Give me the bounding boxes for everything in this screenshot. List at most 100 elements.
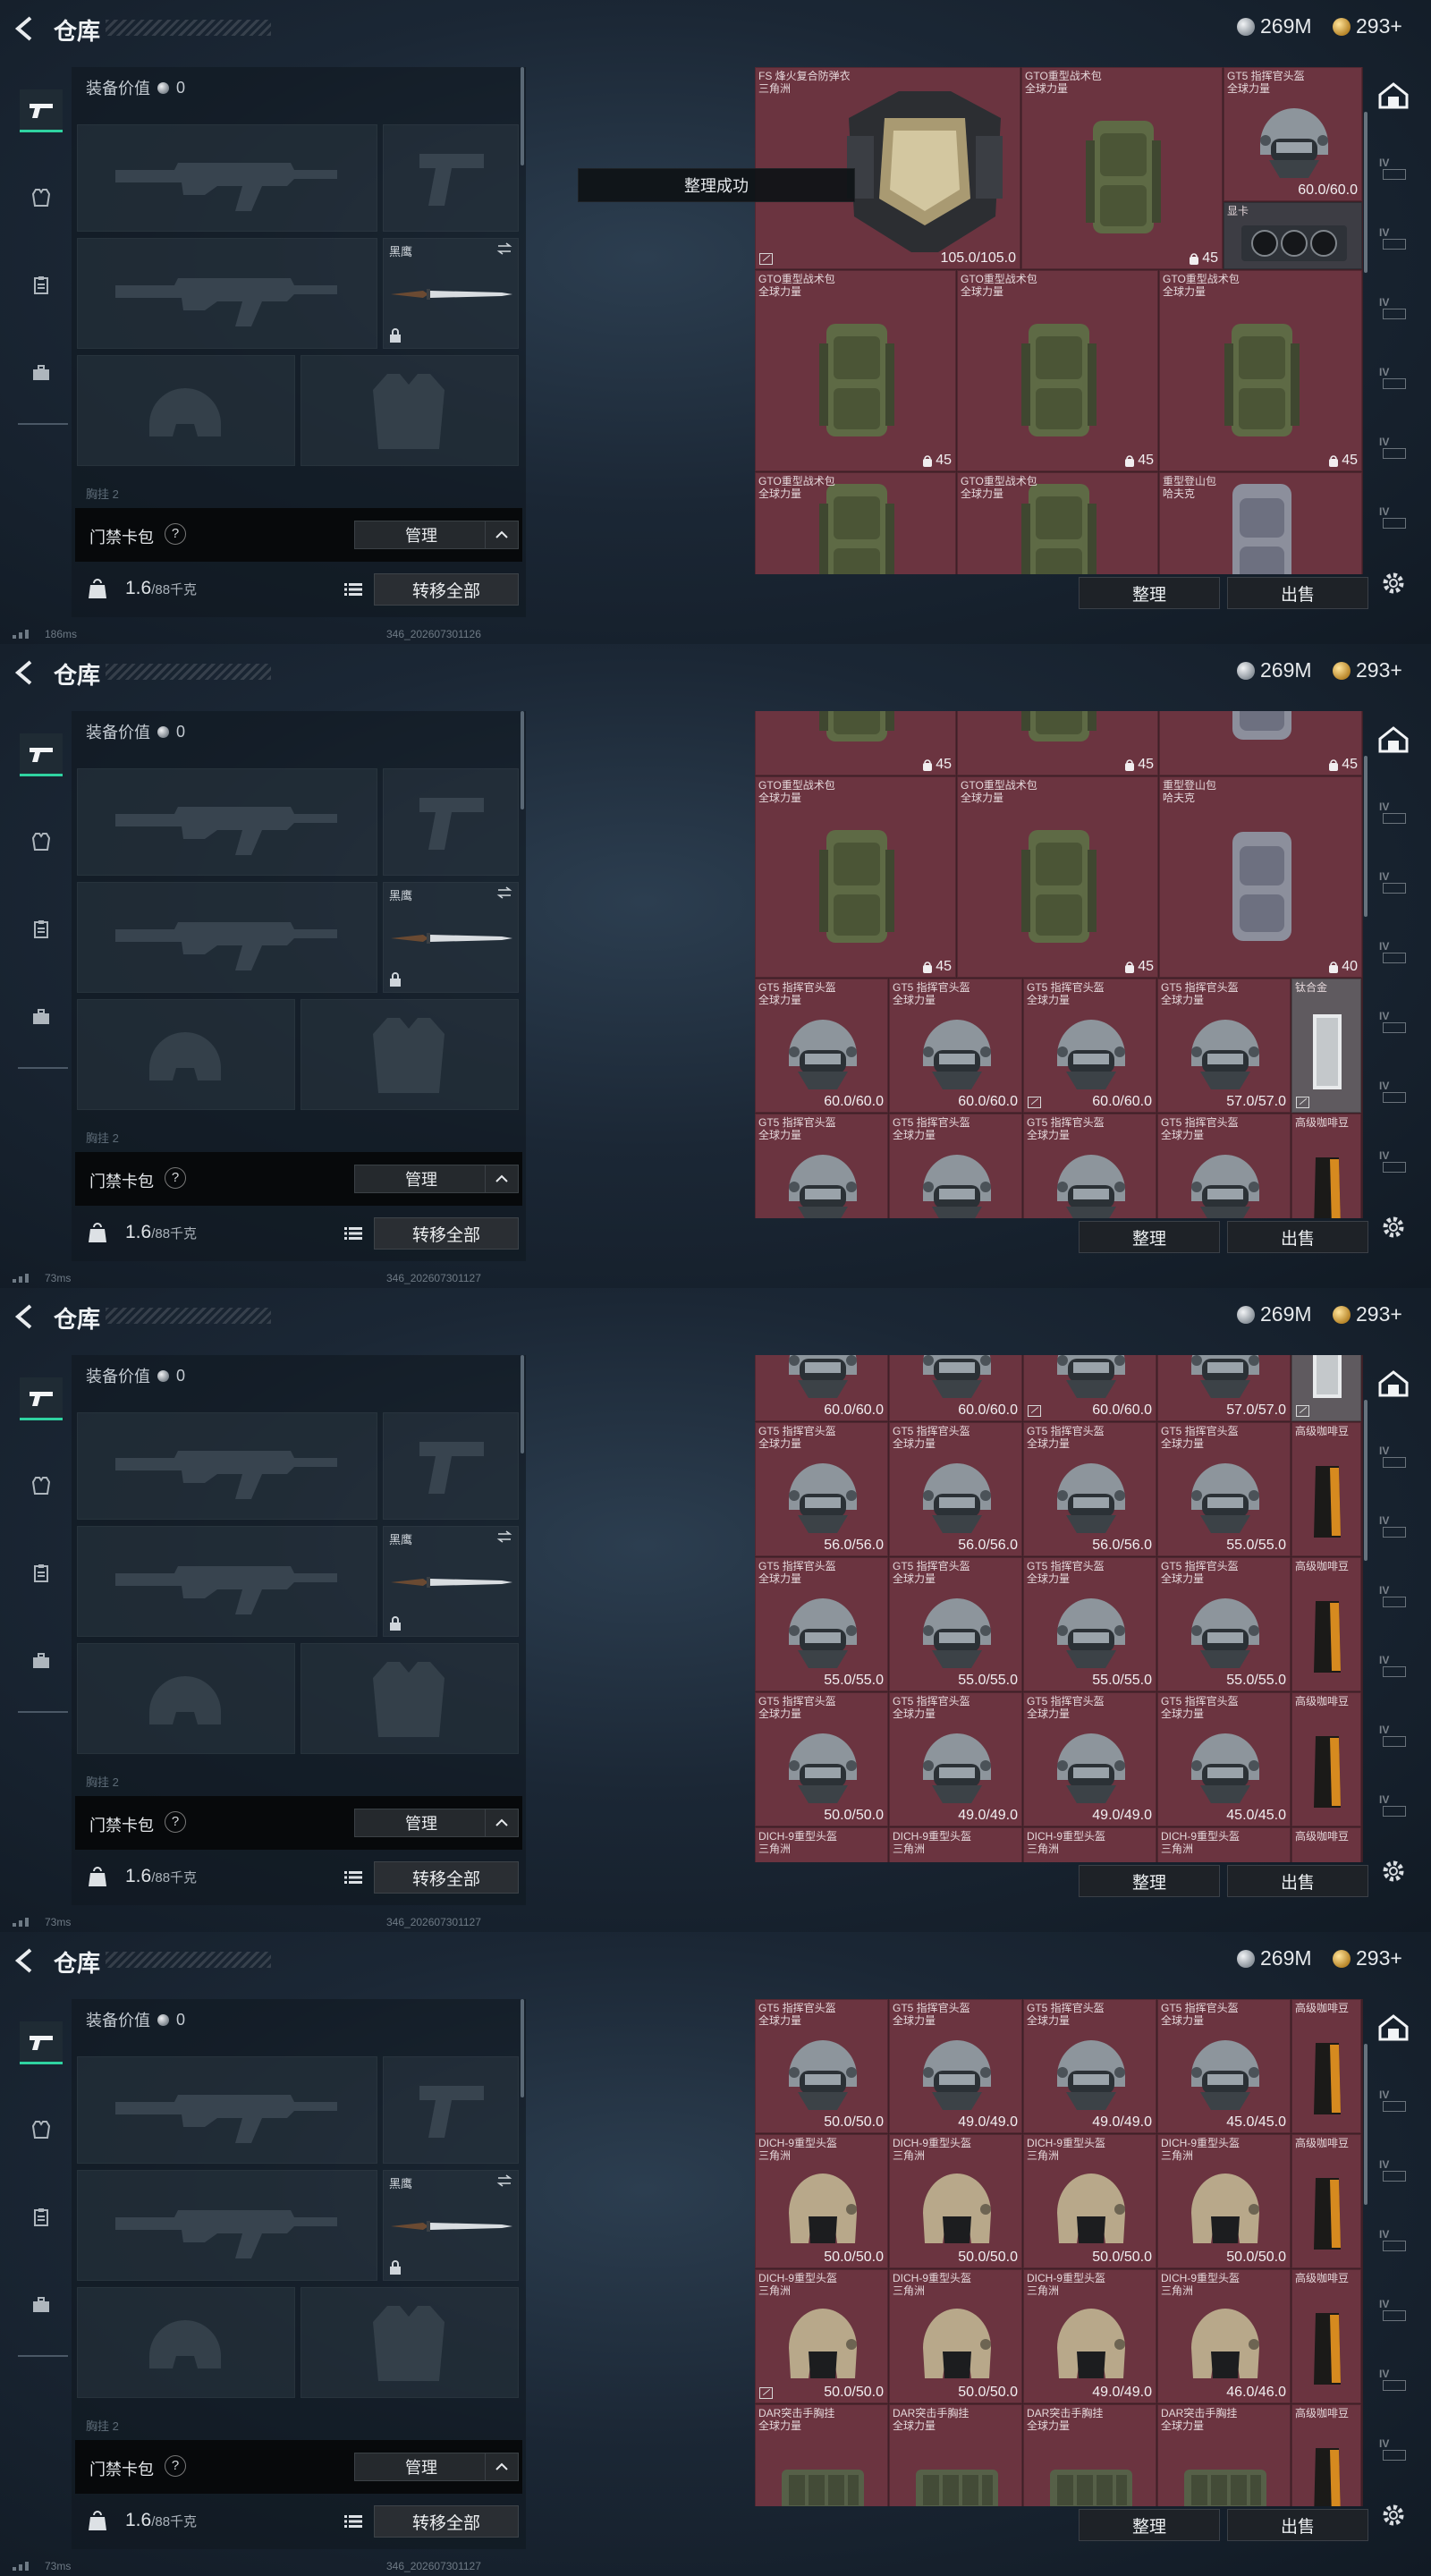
- secondary-weapon-slot[interactable]: [77, 2170, 377, 2281]
- stash-item-backpack[interactable]: GTO重型战术包 全球力量 45: [755, 776, 956, 978]
- stash-scrollbar[interactable]: [1364, 112, 1367, 273]
- swap-icon[interactable]: [496, 886, 512, 899]
- stash-item-helmet[interactable]: GT5 指挥官头盔 全球力量 57.0/57.0: [1157, 979, 1291, 1113]
- sell-button[interactable]: 出售: [1227, 1865, 1368, 1897]
- stash-item-coffee[interactable]: 高级咖啡豆: [1291, 1827, 1361, 1862]
- stash-item-rig[interactable]: DAR突击手胸挂 全球力量: [1157, 2404, 1291, 2506]
- stash-page-tab[interactable]: IV: [1377, 1080, 1411, 1110]
- stash-page-tab[interactable]: IV: [1377, 2298, 1411, 2328]
- stash-item-helmet[interactable]: GT5 指挥官头盔 全球力量: [755, 1114, 888, 1218]
- stash-page-tab[interactable]: IV: [1377, 1584, 1411, 1614]
- stash-item-helmet[interactable]: GT5 指挥官头盔 全球力量 49.0/49.0: [889, 1999, 1022, 2133]
- stash-item-helmet[interactable]: GT5 指挥官头盔 全球力量: [889, 1114, 1022, 1218]
- sort-button[interactable]: 整理: [1079, 577, 1220, 609]
- tab-armor[interactable]: [20, 2108, 63, 2151]
- secondary-weapon-slot[interactable]: [77, 882, 377, 993]
- tab-consumables[interactable]: [20, 908, 63, 951]
- stash-item-rig[interactable]: DAR突击手胸挂 全球力量: [755, 2404, 888, 2506]
- stash-page-tab[interactable]: IV: [1377, 1654, 1411, 1684]
- help-icon[interactable]: ?: [165, 1811, 186, 1833]
- stash-item-dich[interactable]: DICH-9重型头盔 三角洲: [1023, 1827, 1156, 1862]
- stash-item-helmet[interactable]: GT5 指挥官头盔 全球力量: [1023, 1114, 1156, 1218]
- stash-item-dich[interactable]: DICH-9重型头盔 三角洲 50.0/50.0: [889, 2269, 1022, 2403]
- stash-item-backpack[interactable]: GTO重型战术包 全球力量 45: [957, 270, 1158, 471]
- manage-button[interactable]: 管理: [354, 1165, 488, 1193]
- stash-item-dich[interactable]: DICH-9重型头盔 三角洲 50.0/50.0: [889, 2134, 1022, 2268]
- sidearm-slot[interactable]: [383, 2056, 519, 2164]
- stash-item-helmet[interactable]: GT5 指挥官头盔 全球力量 56.0/56.0: [755, 1422, 888, 1556]
- stash-page-tab[interactable]: IV: [1377, 1149, 1411, 1180]
- sidearm-slot[interactable]: [383, 1412, 519, 1520]
- gear-icon[interactable]: [1379, 1213, 1408, 1241]
- stash-item-helmet[interactable]: 60.0/60.0: [889, 1355, 1022, 1421]
- stash-item-coffee[interactable]: 高级咖啡豆: [1291, 1692, 1361, 1826]
- help-icon[interactable]: ?: [165, 1167, 186, 1189]
- sort-button[interactable]: 整理: [1079, 1865, 1220, 1897]
- stash-item-helmet[interactable]: GT5 指挥官头盔 全球力量 49.0/49.0: [889, 1692, 1022, 1826]
- helmet-slot[interactable]: [77, 355, 295, 466]
- tab-consumables[interactable]: [20, 1552, 63, 1595]
- stash-item-backpack[interactable]: GTO重型战术包 全球力量 45: [1021, 67, 1223, 269]
- list-view-button[interactable]: [340, 1865, 367, 1890]
- stash-item-coffee[interactable]: 高级咖啡豆: [1291, 1557, 1361, 1691]
- melee-slot[interactable]: 黑鹰: [383, 1526, 519, 1637]
- stash-item-backpack[interactable]: GTO重型战术包 全球力量: [957, 472, 1158, 574]
- transfer-all-button[interactable]: 转移全部: [374, 2505, 519, 2538]
- stash-item-backpack[interactable]: GTO重型战术包 全球力量 45: [1159, 270, 1362, 471]
- stash-item-dich[interactable]: DICH-9重型头盔 三角洲 50.0/50.0: [755, 2269, 888, 2403]
- stash-page-tab[interactable]: IV: [1377, 2368, 1411, 2398]
- gold-currency[interactable]: 293+: [1333, 1946, 1402, 1970]
- stash-item-backpack[interactable]: 45: [755, 711, 956, 775]
- stash-item-backpack[interactable]: 重型登山包 哈夫克: [1159, 472, 1362, 574]
- helmet-slot[interactable]: [77, 999, 295, 1110]
- stash-item-helmet[interactable]: GT5 指挥官头盔 全球力量 49.0/49.0: [1023, 1692, 1156, 1826]
- tab-cases[interactable]: [20, 2284, 63, 2326]
- stash-item-coffee[interactable]: 高级咖啡豆: [1291, 1999, 1361, 2133]
- stash-item-metal[interactable]: [1291, 1355, 1361, 1421]
- stash-scrollbar[interactable]: [1364, 756, 1367, 917]
- loadout-scrollbar[interactable]: [521, 67, 524, 165]
- stash-item-helmet[interactable]: GT5 指挥官头盔 全球力量 60.0/60.0: [1023, 979, 1156, 1113]
- sell-button[interactable]: 出售: [1227, 1221, 1368, 1253]
- loadout-scrollbar[interactable]: [521, 711, 524, 809]
- stash-item-coffee[interactable]: 高级咖啡豆: [1291, 1114, 1361, 1218]
- tab-all-stash[interactable]: [1376, 2010, 1411, 2046]
- back-arrow-icon[interactable]: [13, 659, 38, 686]
- stash-item-backpack[interactable]: 45: [1159, 711, 1362, 775]
- gear-icon[interactable]: [1379, 569, 1408, 597]
- gold-currency[interactable]: 293+: [1333, 1302, 1402, 1326]
- secondary-weapon-slot[interactable]: [77, 1526, 377, 1637]
- stash-item-dich[interactable]: DICH-9重型头盔 三角洲 50.0/50.0: [1157, 2134, 1291, 2268]
- tab-weapons[interactable]: [20, 89, 63, 132]
- stash-item-coffee[interactable]: 高级咖啡豆: [1291, 2134, 1361, 2268]
- swap-icon[interactable]: [496, 1530, 512, 1543]
- transfer-all-button[interactable]: 转移全部: [374, 573, 519, 606]
- stash-item-helmet[interactable]: GT5 指挥官头盔 全球力量 55.0/55.0: [1023, 1557, 1156, 1691]
- primary-weapon-slot[interactable]: [77, 2056, 377, 2164]
- stash-item-backpack[interactable]: GTO重型战术包 全球力量 45: [957, 776, 1158, 978]
- swap-icon[interactable]: [496, 242, 512, 255]
- stash-item-helmet[interactable]: GT5 指挥官头盔 全球力量 45.0/45.0: [1157, 1999, 1291, 2133]
- stash-item-helmet[interactable]: GT5 指挥官头盔 全球力量 55.0/55.0: [889, 1557, 1022, 1691]
- body-armor-slot[interactable]: [301, 999, 519, 1110]
- list-view-button[interactable]: [340, 577, 367, 602]
- stash-item-helmet[interactable]: 60.0/60.0: [755, 1355, 888, 1421]
- back-arrow-icon[interactable]: [13, 1947, 38, 1974]
- melee-slot[interactable]: 黑鹰: [383, 238, 519, 349]
- sidearm-slot[interactable]: [383, 768, 519, 876]
- manage-button[interactable]: 管理: [354, 2453, 488, 2481]
- tab-all-stash[interactable]: [1376, 722, 1411, 758]
- stash-page-tab[interactable]: IV: [1377, 870, 1411, 901]
- sell-button[interactable]: 出售: [1227, 2509, 1368, 2541]
- tab-all-stash[interactable]: [1376, 78, 1411, 114]
- tab-consumables[interactable]: [20, 264, 63, 307]
- stash-item-rig[interactable]: DAR突击手胸挂 全球力量: [889, 2404, 1022, 2506]
- stash-page-tab[interactable]: IV: [1377, 436, 1411, 466]
- stash-item-dich[interactable]: DICH-9重型头盔 三角洲: [1157, 1827, 1291, 1862]
- stash-page-tab[interactable]: IV: [1377, 1010, 1411, 1040]
- gear-icon[interactable]: [1379, 2501, 1408, 2529]
- body-armor-slot[interactable]: [301, 1643, 519, 1754]
- list-view-button[interactable]: [340, 1221, 367, 1246]
- stash-item-gpu[interactable]: 显卡: [1224, 202, 1362, 269]
- stash-page-tab[interactable]: IV: [1377, 226, 1411, 257]
